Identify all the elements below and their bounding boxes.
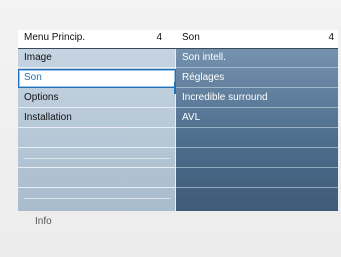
submenu-item-son-intell[interactable]: Son intell. — [176, 49, 338, 68]
left-menu-title: Menu Princip. — [24, 32, 86, 43]
menu-item-son[interactable]: Son — [18, 69, 176, 88]
submenu-item-incredible-surround[interactable]: Incredible surround — [176, 89, 338, 108]
submenu-item-label: Incredible surround — [182, 92, 268, 103]
empty-submenu-row — [176, 169, 338, 188]
submenu-item-label: Réglages — [182, 72, 225, 83]
empty-menu-row — [18, 129, 176, 148]
tv-menu-screen: Menu Princip. 4 Image Son Options Instal… — [0, 0, 341, 257]
empty-submenu-row — [176, 129, 338, 148]
menu-item-label: Options — [24, 92, 59, 103]
menu-item-image[interactable]: Image — [18, 49, 176, 68]
info-label: Info — [35, 216, 52, 227]
menu-item-label: Son — [24, 72, 42, 83]
empty-submenu-row — [176, 189, 338, 208]
row-divider — [24, 198, 170, 199]
empty-submenu-row — [176, 149, 338, 168]
row-divider — [24, 158, 170, 159]
empty-menu-row — [18, 169, 176, 188]
right-menu-title: Son — [182, 32, 200, 43]
submenu-item-reglages[interactable]: Réglages — [176, 69, 338, 88]
right-menu-count: 4 — [328, 32, 334, 43]
right-menu-header: Son 4 — [176, 30, 338, 49]
empty-menu-row — [18, 189, 176, 208]
left-menu-count: 4 — [156, 32, 162, 43]
submenu-item-label: AVL — [182, 112, 201, 123]
menu-item-label: Image — [24, 52, 52, 63]
menu-item-installation[interactable]: Installation — [18, 109, 176, 128]
menu-item-options[interactable]: Options — [18, 89, 176, 108]
left-menu-header: Menu Princip. 4 — [18, 30, 176, 49]
empty-menu-row — [18, 149, 176, 168]
submenu-item-label: Son intell. — [182, 52, 226, 63]
main-menu: Menu Princip. 4 Image Son Options Instal… — [18, 30, 338, 211]
right-menu-panel: Son 4 Son intell. Réglages Incredible su… — [176, 30, 338, 211]
submenu-item-avl[interactable]: AVL — [176, 109, 338, 128]
menu-item-label: Installation — [24, 112, 72, 123]
left-menu-panel: Menu Princip. 4 Image Son Options Instal… — [18, 30, 176, 211]
